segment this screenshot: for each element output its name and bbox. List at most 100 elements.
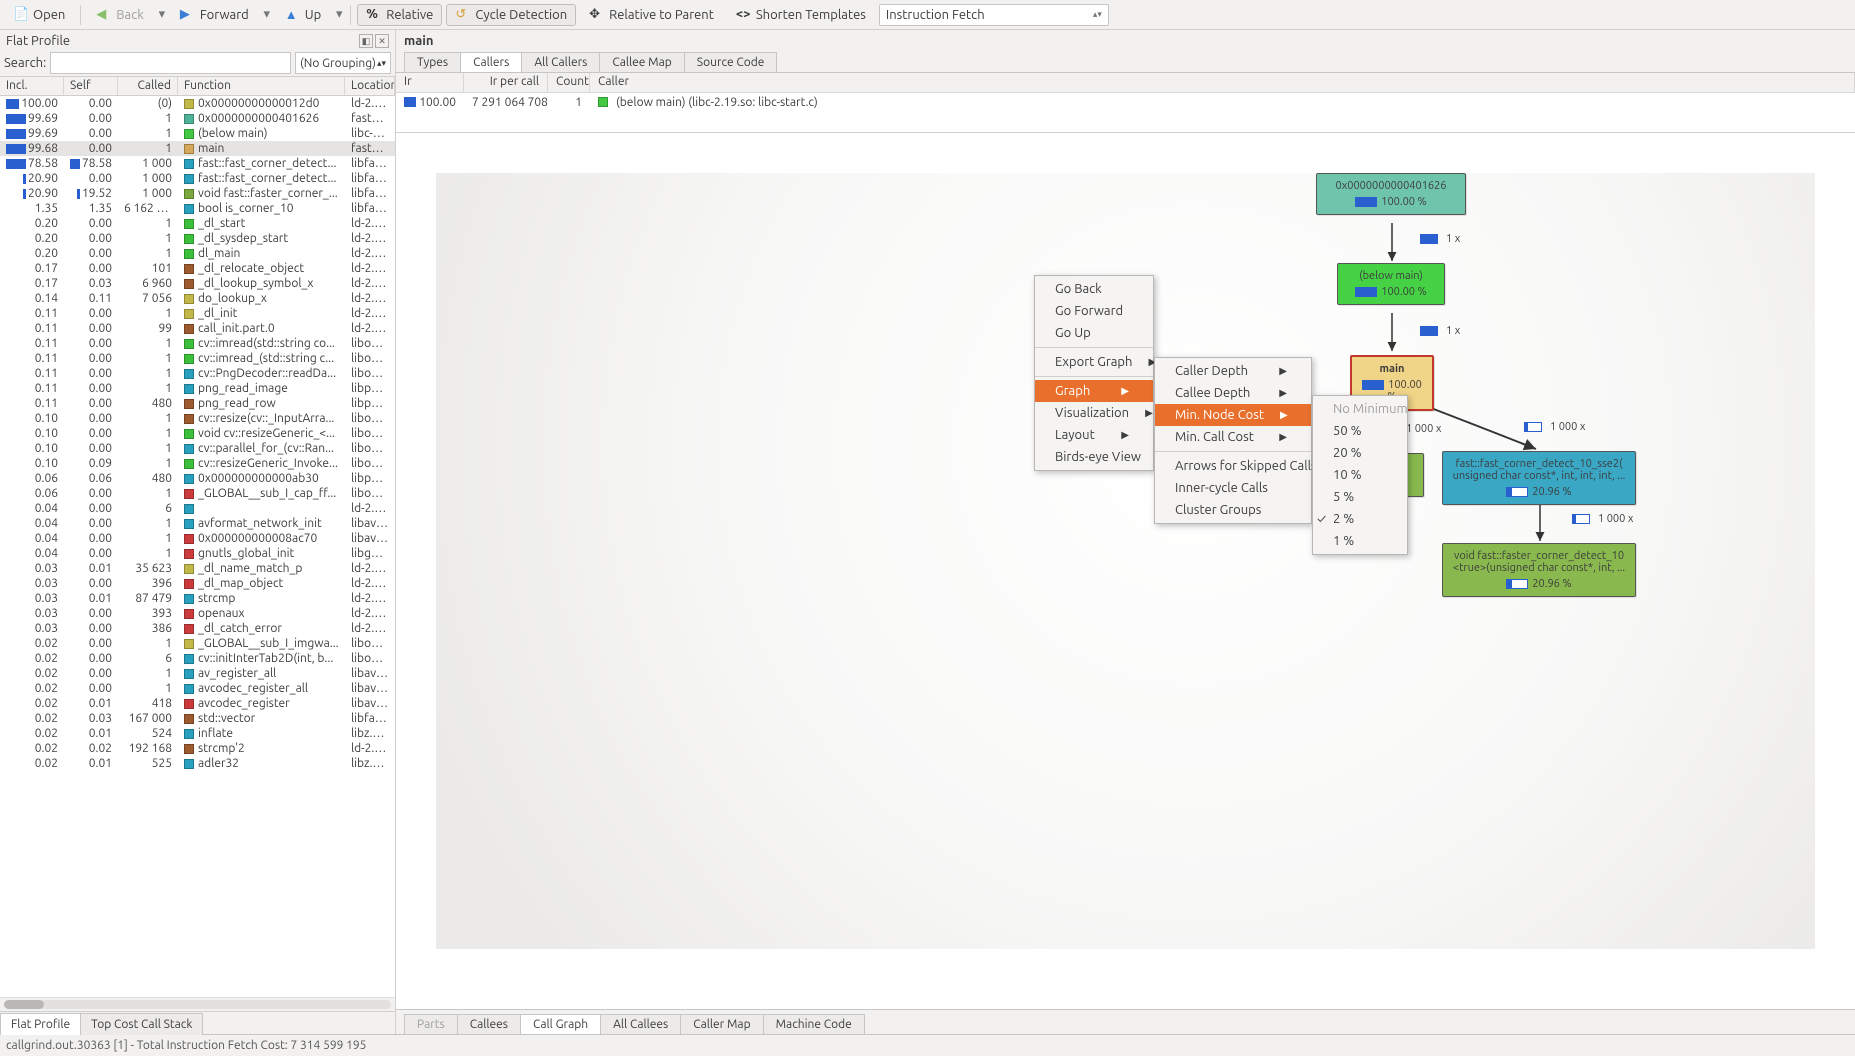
cycle-detection-toggle[interactable]: ↺Cycle Detection: [446, 4, 576, 26]
table-row[interactable]: 0.030.00396_dl_map_objectld-2.19.so: [0, 576, 395, 591]
menu-item[interactable]: Visualization▶: [1035, 402, 1153, 424]
tab-call-graph[interactable]: Call Graph: [520, 1014, 601, 1034]
table-row[interactable]: 0.110.001cv::PngDecoder::readDa...libope…: [0, 366, 395, 381]
menu-item[interactable]: Layout▶: [1035, 424, 1153, 446]
back-button[interactable]: ◀Back: [87, 4, 153, 26]
table-row[interactable]: 0.110.001_dl_initld-2.19.so: [0, 306, 395, 321]
table-row[interactable]: 99.690.001(below main)libc-2.19: [0, 126, 395, 141]
relative-to-parent-toggle[interactable]: ✥Relative to Parent: [580, 4, 723, 26]
graph-node[interactable]: (below main) 100.00 %: [1337, 263, 1445, 305]
menu-item[interactable]: Arrows for Skipped Calls: [1155, 455, 1311, 477]
context-menu[interactable]: Go BackGo ForwardGo Up Export Graph▶ Graph…: [1034, 275, 1154, 471]
up-dropdown[interactable]: ▾: [334, 7, 344, 22]
close-panel-button[interactable]: ✕: [375, 34, 389, 48]
menu-item[interactable]: Go Forward: [1035, 300, 1153, 322]
submenu-graph[interactable]: Caller Depth▶Callee Depth▶Min. Node Cost…: [1154, 357, 1312, 524]
table-row[interactable]: 0.110.001cv::imread_(std::string c...lib…: [0, 351, 395, 366]
menu-item[interactable]: Go Back: [1035, 278, 1153, 300]
menu-item[interactable]: Callee Depth▶: [1155, 382, 1311, 404]
col-function[interactable]: Function: [178, 77, 345, 95]
table-row[interactable]: 0.020.01525adler32libz.so.1: [0, 756, 395, 771]
col-incl[interactable]: Incl.: [0, 77, 64, 95]
menu-item[interactable]: 10 %: [1313, 464, 1407, 486]
tab-callees[interactable]: Callees: [457, 1014, 521, 1034]
event-type-combo[interactable]: Instruction Fetch▴▾: [879, 4, 1109, 26]
menu-item[interactable]: 50 %: [1313, 420, 1407, 442]
menu-item[interactable]: Graph▶: [1035, 380, 1153, 402]
col-ir[interactable]: Ir: [396, 73, 464, 92]
col-ir-per-call[interactable]: Ir per call: [464, 73, 548, 92]
forward-button[interactable]: ▶Forward: [171, 4, 258, 26]
table-row[interactable]: 0.020.001avcodec_register_alllibavcod: [0, 681, 395, 696]
tab-all-callers[interactable]: All Callers: [521, 52, 600, 72]
table-row[interactable]: 100.000.00(0)0x00000000000012d0ld-2.19.s…: [0, 96, 395, 111]
table-row[interactable]: 0.140.117 056do_lookup_xld-2.19.so: [0, 291, 395, 306]
open-button[interactable]: 📄Open: [4, 4, 74, 26]
table-row[interactable]: 0.110.001cv::imread(std::string co...lib…: [0, 336, 395, 351]
submenu-min-node-cost[interactable]: No Minimum50 %20 %10 %5 %✓2 %1 %: [1312, 395, 1408, 555]
table-row[interactable]: 99.680.001mainfast_test: [0, 141, 395, 156]
table-row[interactable]: 20.900.001 000fast::fast_corner_detect..…: [0, 171, 395, 186]
table-row[interactable]: 0.020.01524inflatelibz.so.1: [0, 726, 395, 741]
shorten-templates-toggle[interactable]: <>Shorten Templates: [727, 4, 875, 26]
table-row[interactable]: 0.200.001_dl_sysdep_startld-2.19.so: [0, 231, 395, 246]
caller-row[interactable]: 100.00 7 291 064 708 1 (below main) (lib…: [396, 93, 1855, 111]
back-dropdown[interactable]: ▾: [157, 7, 167, 22]
table-row[interactable]: 0.060.001_GLOBAL__sub_I_cap_ff...libopen…: [0, 486, 395, 501]
table-row[interactable]: 0.030.0187 479strcmpld-2.19.so: [0, 591, 395, 606]
table-row[interactable]: 0.200.001_dl_startld-2.19.so: [0, 216, 395, 231]
tab-top-cost[interactable]: Top Cost Call Stack: [80, 1013, 203, 1035]
menu-item[interactable]: 20 %: [1313, 442, 1407, 464]
col-count[interactable]: Count: [548, 73, 590, 92]
table-row[interactable]: 0.020.01418avcodec_registerlibavcod: [0, 696, 395, 711]
menu-item[interactable]: 5 %: [1313, 486, 1407, 508]
table-row[interactable]: 0.030.00386_dl_catch_error ld-2.19.so: [0, 621, 395, 636]
table-row[interactable]: 1.351.356 162 000bool is_corner_10libfas…: [0, 201, 395, 216]
menu-item[interactable]: ✓2 %: [1313, 508, 1407, 530]
menu-item[interactable]: Inner-cycle Calls: [1155, 477, 1311, 499]
graph-node[interactable]: void fast::faster_corner_detect_10 <true…: [1442, 543, 1636, 597]
menu-item[interactable]: Export Graph▶: [1035, 351, 1153, 373]
menu-item[interactable]: Cluster Groups: [1155, 499, 1311, 521]
table-row[interactable]: 0.020.03167 000std::vectorlibfast.so: [0, 711, 395, 726]
relative-toggle[interactable]: %Relative: [357, 4, 442, 26]
call-graph-canvas[interactable]: 0x0000000000401626 100.00 % (below main)…: [396, 133, 1855, 1009]
tab-callers[interactable]: Callers: [460, 52, 522, 72]
menu-item[interactable]: Min. Call Cost▶: [1155, 426, 1311, 448]
tab-flat-profile[interactable]: Flat Profile: [0, 1013, 81, 1035]
up-button[interactable]: ▲Up: [276, 4, 330, 26]
table-row[interactable]: 0.100.091cv::resizeGeneric_Invoke...libo…: [0, 456, 395, 471]
table-row[interactable]: 0.040.006ld-2.19.so: [0, 501, 395, 516]
table-row[interactable]: 0.020.02192 168strcmp'2ld-2.19.so: [0, 741, 395, 756]
graph-node[interactable]: 0x0000000000401626 100.00 %: [1316, 173, 1466, 215]
table-row[interactable]: 0.020.001av_register_alllibavforr: [0, 666, 395, 681]
menu-item[interactable]: Go Up: [1035, 322, 1153, 344]
table-row[interactable]: 0.100.001cv::resize(cv::_InputArra...lib…: [0, 411, 395, 426]
tab-machine-code[interactable]: Machine Code: [763, 1014, 865, 1034]
tab-source-code[interactable]: Source Code: [684, 52, 778, 72]
forward-dropdown[interactable]: ▾: [262, 7, 272, 22]
table-row[interactable]: 0.110.0099call_init.part.0ld-2.19.so: [0, 321, 395, 336]
table-row[interactable]: 0.040.0010x000000000008ac70libavforr: [0, 531, 395, 546]
table-row[interactable]: 0.110.00480png_read_rowlibpng12: [0, 396, 395, 411]
table-row[interactable]: 0.030.00393openauxld-2.19.so: [0, 606, 395, 621]
graph-node[interactable]: fast::fast_corner_detect_10_sse2( unsign…: [1442, 451, 1636, 505]
table-row[interactable]: 0.110.001png_read_imagelibpng12: [0, 381, 395, 396]
col-self[interactable]: Self: [64, 77, 118, 95]
table-row[interactable]: 0.030.0135 623_dl_name_match_pld-2.19.so: [0, 561, 395, 576]
table-row[interactable]: 20.9019.521 000void fast::faster_corner_…: [0, 186, 395, 201]
menu-item[interactable]: Min. Node Cost▶: [1155, 404, 1311, 426]
horizontal-scrollbar[interactable]: [0, 997, 395, 1011]
table-row[interactable]: 0.200.001dl_mainld-2.19.so: [0, 246, 395, 261]
table-row[interactable]: 0.040.001gnutls_global_initlibgnutls: [0, 546, 395, 561]
table-row[interactable]: 0.170.00101_dl_relocate_objectld-2.19.so: [0, 261, 395, 276]
tab-all-callees[interactable]: All Callees: [600, 1014, 681, 1034]
table-row[interactable]: 0.020.001_GLOBAL__sub_I_imgwa...libopenc: [0, 636, 395, 651]
col-location[interactable]: Location: [345, 77, 395, 95]
grouping-combo[interactable]: (No Grouping)▴▾: [295, 52, 391, 74]
table-row[interactable]: 0.060.064800x000000000000ab30libpng12: [0, 471, 395, 486]
tab-callee-map[interactable]: Callee Map: [599, 52, 684, 72]
flat-profile-list[interactable]: 100.000.00(0)0x00000000000012d0ld-2.19.s…: [0, 96, 395, 997]
menu-item[interactable]: 1 %: [1313, 530, 1407, 552]
table-row[interactable]: 0.100.001cv::parallel_for_(cv::Ran...lib…: [0, 441, 395, 456]
